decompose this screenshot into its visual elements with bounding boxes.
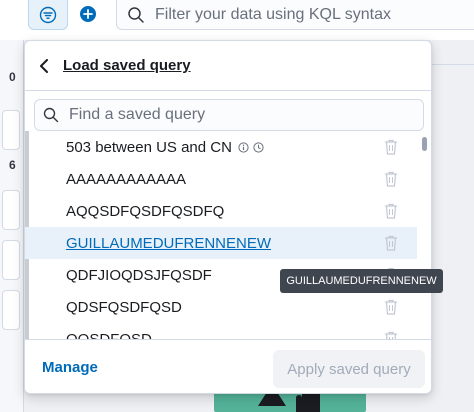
filter-icon — [39, 6, 57, 23]
saved-query-label: QDSFQSDFQSD — [66, 298, 182, 316]
query-bar: Filter your data using KQL syntax — [0, 0, 474, 40]
search-icon — [128, 6, 144, 23]
saved-query-label: AAAAAAAAAAAA — [66, 170, 187, 188]
saved-query-popover: Load saved query 503 between US and CN — [24, 40, 432, 394]
saved-query-label: 503 between US and CN — [66, 138, 232, 156]
trash-icon[interactable] — [382, 330, 400, 339]
trash-icon[interactable] — [382, 234, 400, 252]
info-icon — [238, 141, 249, 153]
left-count: 6 — [9, 158, 16, 172]
saved-query-label: QQSDFQSD — [66, 330, 152, 340]
saved-query-item[interactable]: AAAAAAAAAAAA — [25, 163, 417, 195]
add-filter-button[interactable] — [76, 2, 100, 26]
search-icon — [43, 107, 59, 123]
left-card — [2, 110, 20, 150]
saved-query-item[interactable]: QDSFQSDFQSD — [25, 291, 417, 323]
back-button[interactable] — [39, 56, 53, 76]
manage-link[interactable]: Manage — [42, 359, 98, 376]
kql-search-input[interactable]: Filter your data using KQL syntax — [116, 0, 474, 30]
list-scrollbar[interactable] — [422, 137, 427, 151]
popover-footer: Manage Apply saved query — [25, 339, 431, 393]
saved-query-item[interactable]: QQSDFQSD — [25, 323, 417, 339]
saved-query-item[interactable]: AQQSDFQSDFQSDFQ — [25, 195, 417, 227]
left-count: 0 — [9, 70, 16, 84]
saved-query-menu-button[interactable] — [28, 0, 68, 30]
left-card — [2, 190, 20, 230]
plus-circle-icon — [80, 6, 96, 22]
item-tooltip: GUILLAUMEDUFRENNENEW — [280, 269, 443, 293]
saved-query-label: GUILLAUMEDUFRENNENEW — [66, 234, 272, 252]
saved-query-label: QDFJIOQDSJFQSDF — [66, 266, 212, 284]
saved-query-list: 503 between US and CN AAAAAAAAAAAA AQQSD… — [25, 131, 425, 339]
left-card — [2, 240, 20, 280]
saved-query-item[interactable]: 503 between US and CN — [25, 131, 417, 163]
left-panel: 0 6 — [0, 40, 24, 412]
trash-icon[interactable] — [382, 138, 400, 156]
trash-icon[interactable] — [382, 298, 400, 316]
trash-icon[interactable] — [382, 170, 400, 188]
saved-query-label: AQQSDFQSDFQSDFQ — [66, 202, 225, 220]
popover-title[interactable]: Load saved query — [63, 57, 191, 74]
back-arrow-icon — [40, 58, 48, 73]
saved-query-item-highlighted[interactable]: GUILLAUMEDUFRENNENEW — [25, 227, 417, 259]
left-card — [2, 290, 20, 330]
clock-icon — [253, 141, 264, 153]
saved-query-search — [34, 99, 424, 131]
trash-icon[interactable] — [382, 202, 400, 220]
popover-header: Load saved query — [25, 41, 431, 91]
saved-query-search-input[interactable] — [69, 106, 409, 124]
apply-saved-query-button[interactable]: Apply saved query — [273, 350, 425, 388]
kql-placeholder: Filter your data using KQL syntax — [155, 5, 391, 23]
